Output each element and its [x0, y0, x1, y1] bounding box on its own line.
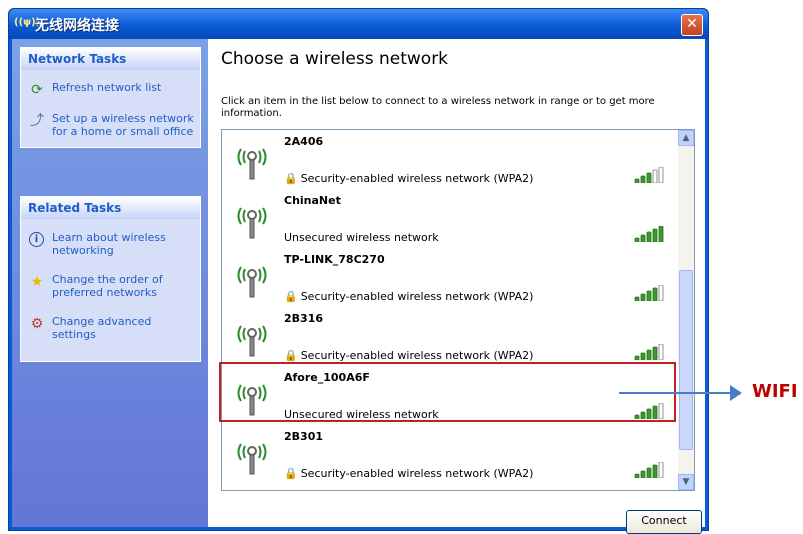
close-icon: ✕	[686, 16, 698, 32]
network-name: ChinaNet	[284, 194, 341, 207]
network-name: 2B301	[284, 430, 323, 443]
scroll-down-button[interactable]: ▼	[678, 474, 694, 490]
change-network-order-link[interactable]: ★ Change the order of preferred networks	[21, 273, 200, 299]
setup-wireless-network-link[interactable]: ⤴ Set up a wireless network for a home o…	[21, 112, 200, 138]
learn-wireless-link[interactable]: i Learn about wireless networking	[21, 231, 200, 257]
title-bar[interactable]: ((ψ)) 无线网络连接 ✕	[9, 9, 708, 39]
network-row[interactable]: 2B316 🔒 Security-enabled wireless network …	[222, 307, 677, 366]
page-title: Choose a wireless network	[221, 49, 449, 69]
network-row[interactable]: TP-LINK_78C270 🔒 Security-enabled wireless…	[222, 248, 677, 307]
wireless-antenna-icon	[237, 266, 267, 298]
signal-strength-icon	[634, 285, 664, 301]
network-security-label: Security-enabled wireless network (WPA2)	[300, 467, 534, 480]
network-tasks-header: Network Tasks	[21, 48, 200, 70]
network-list[interactable]: 2A406 🔒 Security-enabled wireless network …	[221, 129, 695, 491]
sidebar: Network Tasks ⟳ Refresh network list ⤴ S…	[12, 39, 208, 527]
page-description: Click an item in the list below to conne…	[221, 96, 655, 119]
wireless-antenna-icon	[237, 384, 267, 416]
task-label: Learn about wireless networking	[52, 231, 166, 257]
close-button[interactable]: ✕	[681, 14, 703, 36]
signal-strength-icon	[634, 403, 664, 419]
network-security: 🔒 Security-enabled wireless network (WPA2…	[284, 290, 533, 303]
network-row[interactable]: Afore_100A6F Unsecured wireless network	[222, 366, 677, 425]
scroll-thumb[interactable]	[679, 270, 693, 450]
callout-arrow-icon	[730, 385, 742, 401]
network-tasks-panel: Network Tasks ⟳ Refresh network list ⤴ S…	[20, 47, 201, 148]
network-name: 2B316	[284, 312, 323, 325]
main-panel: Choose a wireless network Click an item …	[208, 39, 705, 534]
lock-icon: 🔒	[284, 467, 298, 480]
scroll-up-button[interactable]: ▲	[678, 130, 694, 146]
network-security-label: Unsecured wireless network	[284, 408, 439, 421]
network-security: 🔒 Security-enabled wireless network (WPA2…	[284, 349, 533, 362]
network-security: 🔒 Security-enabled wireless network (WPA2…	[284, 467, 533, 480]
info-icon: i	[29, 232, 44, 247]
signal-strength-icon	[634, 344, 664, 360]
network-security-label: Security-enabled wireless network (WPA2)	[300, 172, 534, 185]
related-tasks-header: Related Tasks	[21, 197, 200, 219]
network-security-label: Security-enabled wireless network (WPA2)	[300, 290, 534, 303]
signal-strength-icon	[634, 167, 664, 183]
wifi-callout-label: WIFI	[752, 381, 798, 402]
related-tasks-panel: Related Tasks i Learn about wireless net…	[20, 196, 201, 362]
lock-icon: 🔒	[284, 349, 298, 362]
network-row[interactable]: 2B301 🔒 Security-enabled wireless network …	[222, 425, 677, 484]
lock-icon: 🔒	[284, 290, 298, 303]
change-advanced-settings-link[interactable]: ⚙ Change advanced settings	[21, 315, 200, 341]
network-name: TP-LINK_78C270	[284, 253, 385, 266]
network-security: Unsecured wireless network	[284, 408, 439, 421]
wireless-antenna-icon	[237, 325, 267, 357]
chevron-down-icon: ▼	[682, 477, 690, 487]
task-label: Set up a wireless network for a home or …	[52, 112, 194, 138]
network-security: 🔒 Security-enabled wireless network (WPA2…	[284, 172, 533, 185]
network-security-label: Security-enabled wireless network (WPA2)	[300, 349, 534, 362]
scrollbar[interactable]: ▲ ▼	[678, 130, 694, 490]
wireless-antenna-icon	[237, 443, 267, 475]
window-client: Network Tasks ⟳ Refresh network list ⤴ S…	[12, 39, 705, 534]
signal-strength-icon	[634, 226, 664, 242]
wireless-connection-window: ((ψ)) 无线网络连接 ✕ Network Tasks ⟳ Refresh n…	[8, 8, 709, 534]
network-name: 2A406	[284, 135, 324, 148]
lock-icon: 🔒	[284, 172, 298, 185]
task-label: Change advanced settings	[52, 315, 152, 341]
settings-icon: ⚙	[30, 316, 44, 332]
star-icon: ★	[30, 274, 44, 290]
chevron-up-icon: ▲	[682, 133, 690, 143]
window-title: 无线网络连接	[35, 18, 119, 34]
network-name: Afore_100A6F	[284, 371, 370, 384]
signal-strength-icon	[634, 462, 664, 478]
task-label: Change the order of preferred networks	[52, 273, 163, 299]
setup-wireless-icon: ⤴	[30, 113, 44, 129]
task-label: Refresh network list	[52, 81, 162, 94]
connect-button[interactable]: Connect	[626, 510, 702, 534]
refresh-icon: ⟳	[31, 82, 43, 98]
network-row[interactable]: 2A406 🔒 Security-enabled wireless network …	[222, 130, 677, 189]
callout-arrow-line	[619, 392, 732, 394]
wireless-antenna-icon	[237, 148, 267, 180]
network-security-label: Unsecured wireless network	[284, 231, 439, 244]
wireless-antenna-icon	[237, 207, 267, 239]
network-row[interactable]: ChinaNet Unsecured wireless network	[222, 189, 677, 248]
network-security: Unsecured wireless network	[284, 231, 439, 244]
refresh-network-list-link[interactable]: ⟳ Refresh network list	[21, 81, 200, 98]
